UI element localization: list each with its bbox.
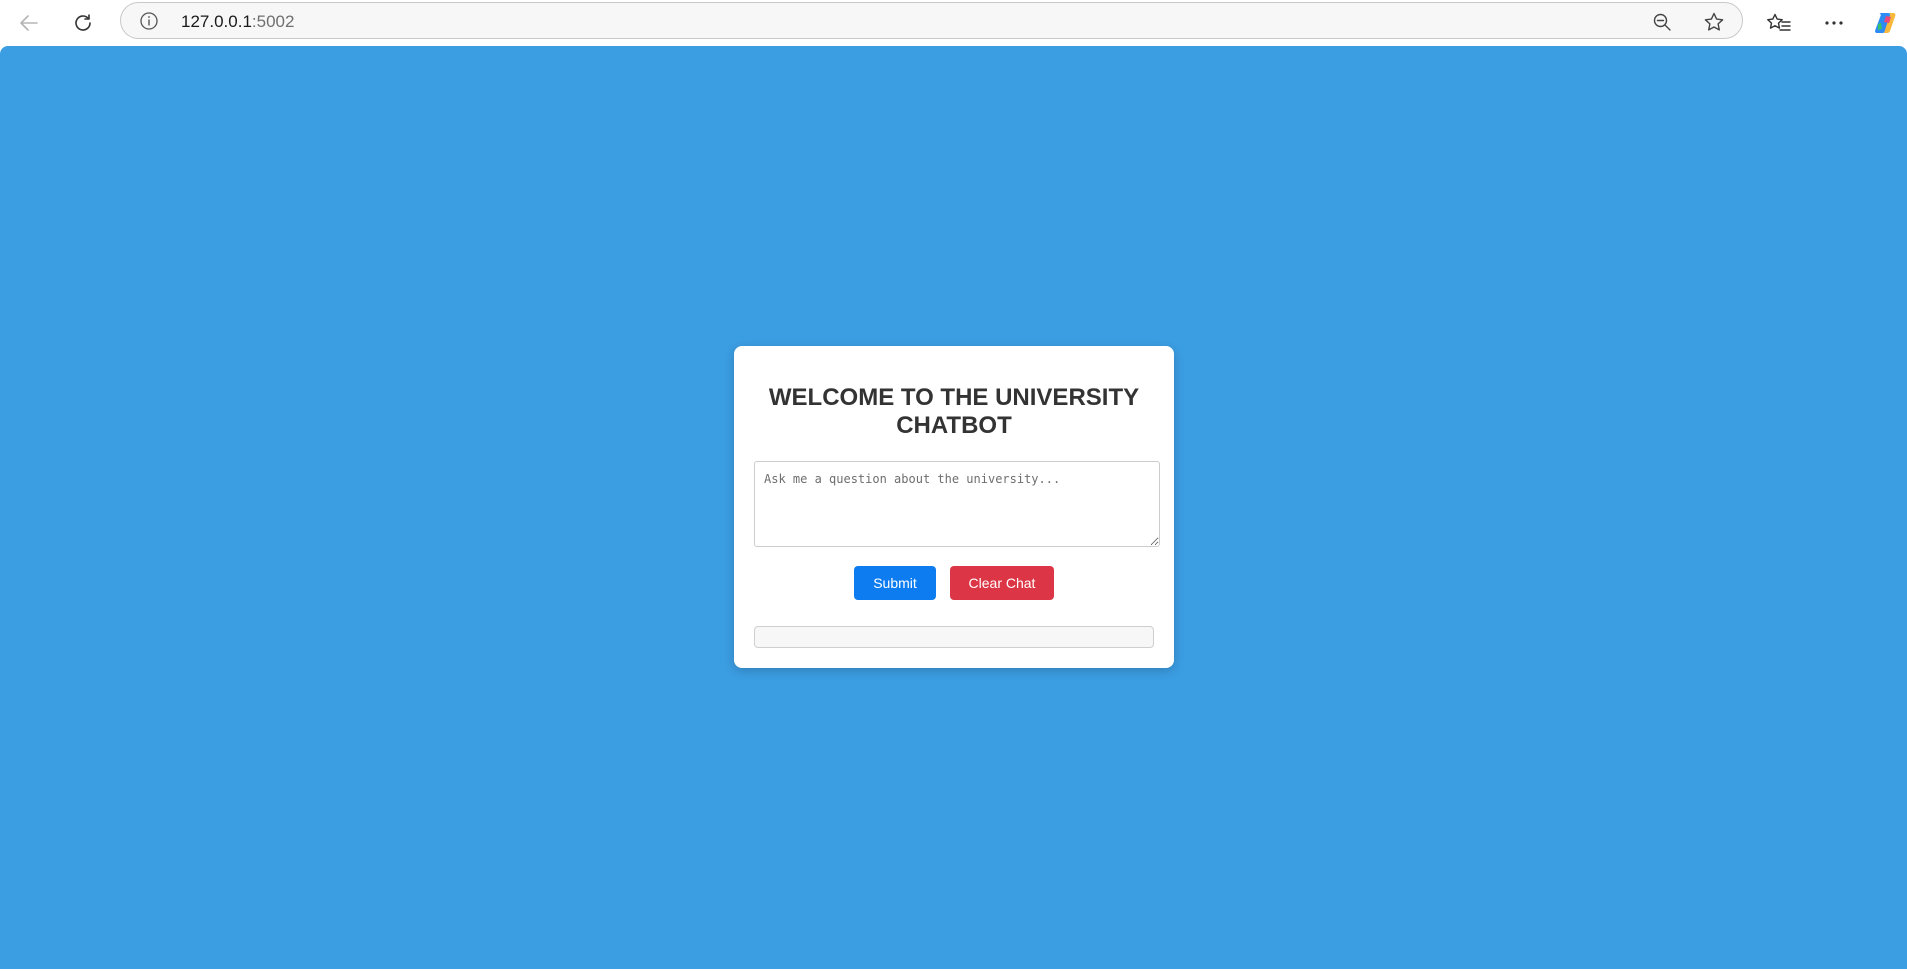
page-title: WELCOME TO THE UNIVERSITY CHATBOT [768,384,1140,439]
reload-icon[interactable] [66,6,100,40]
chat-log [754,626,1154,648]
clear-chat-button[interactable]: Clear Chat [950,566,1054,600]
browser-toolbar: 127.0.0.1:5002 [0,0,1907,46]
favorites-icon[interactable] [1762,6,1796,40]
question-input[interactable] [754,461,1160,547]
page-viewport: WELCOME TO THE UNIVERSITY CHATBOT Submit… [0,46,1907,969]
back-arrow-icon[interactable] [12,6,46,40]
more-icon[interactable] [1817,6,1851,40]
submit-button[interactable]: Submit [854,566,936,600]
star-icon[interactable] [1701,9,1727,35]
url-host: 127.0.0.1 [181,12,252,31]
address-bar[interactable]: 127.0.0.1:5002 [120,2,1743,39]
chatbot-card: WELCOME TO THE UNIVERSITY CHATBOT Submit… [734,346,1174,668]
url-text[interactable]: 127.0.0.1:5002 [181,12,294,32]
info-icon[interactable] [139,11,159,31]
zoom-out-icon[interactable] [1649,9,1675,35]
url-port: :5002 [251,12,295,31]
copilot-icon[interactable] [1868,6,1902,40]
